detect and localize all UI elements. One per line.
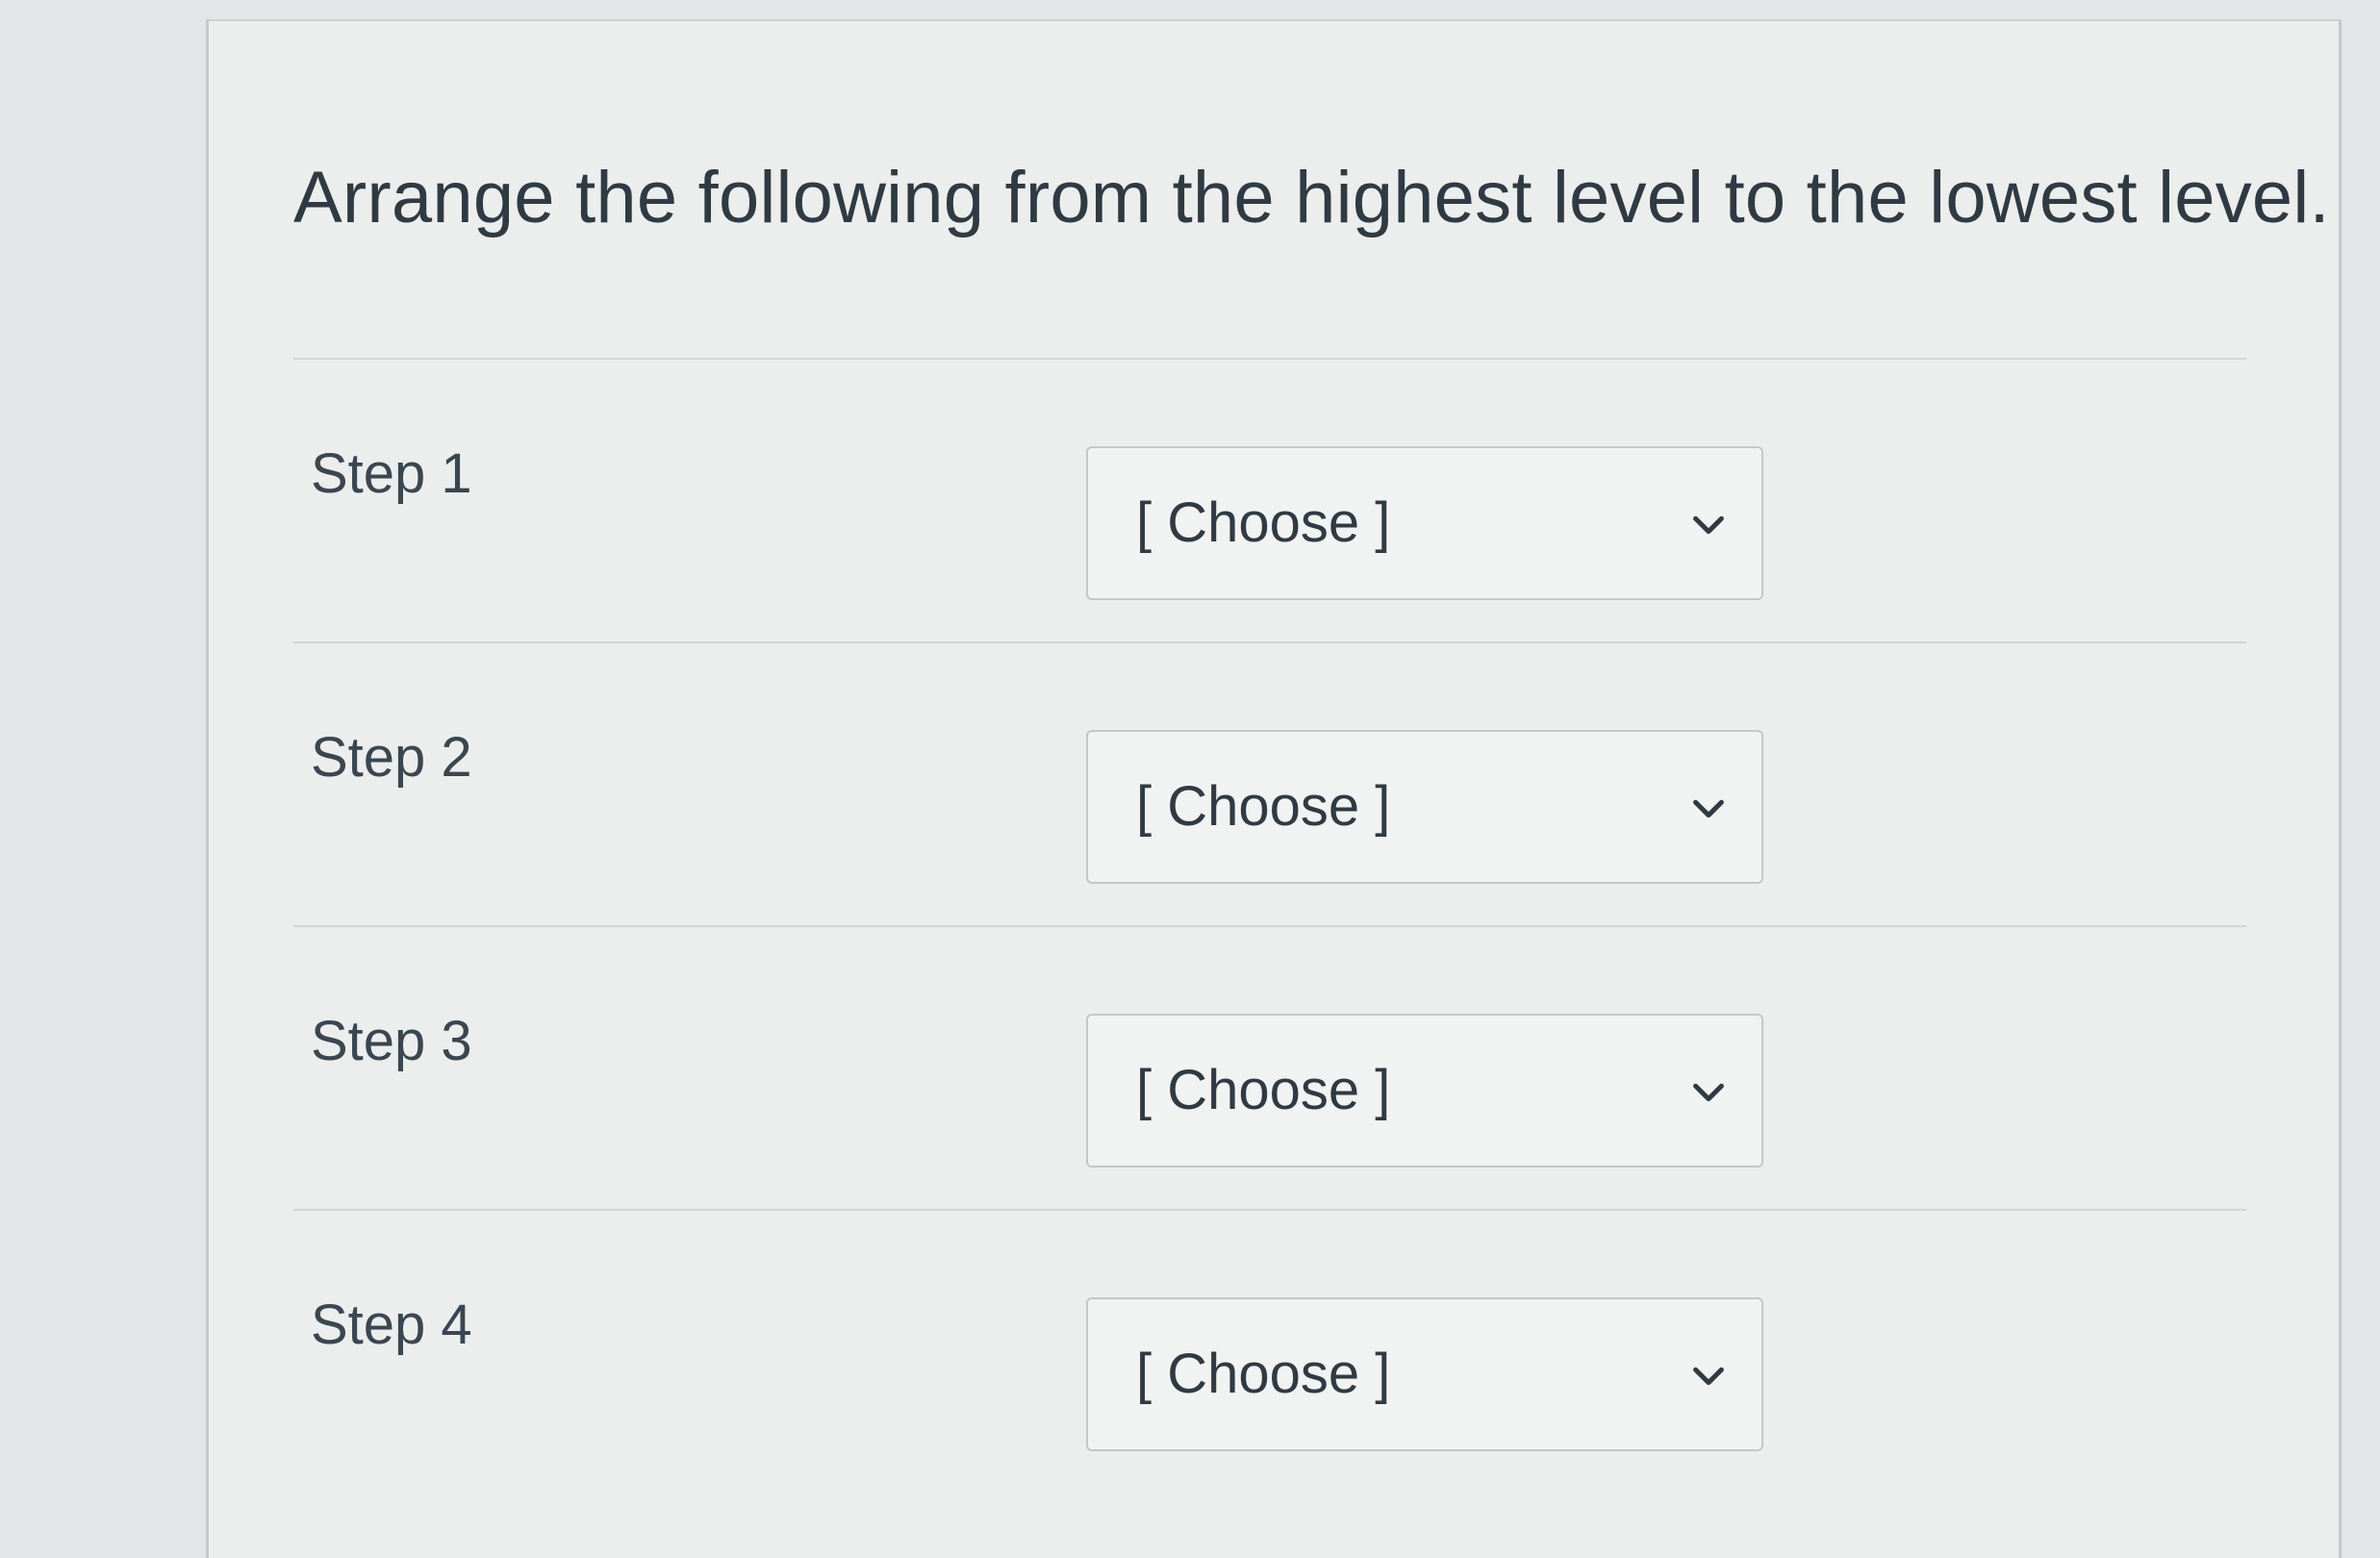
- question-prompt: Arrange the following from the highest l…: [293, 157, 2330, 239]
- step-2-select[interactable]: [ Choose ]: [1086, 730, 1763, 884]
- select-value: [ Choose ]: [1136, 491, 1391, 554]
- select-value: [ Choose ]: [1136, 1059, 1391, 1121]
- step-4-select[interactable]: [ Choose ]: [1086, 1297, 1763, 1451]
- step-row: Step 3 [ Choose ]: [293, 925, 2246, 1209]
- step-label: Step 1: [311, 442, 472, 505]
- matching-steps-list: Step 1 [ Choose ] Step 2 [ Choose ] Step…: [293, 358, 2246, 1493]
- step-3-select[interactable]: [ Choose ]: [1086, 1014, 1763, 1168]
- select-value: [ Choose ]: [1136, 1343, 1391, 1405]
- chevron-down-icon: [1686, 786, 1731, 830]
- step-label: Step 3: [311, 1010, 472, 1072]
- chevron-down-icon: [1686, 1353, 1731, 1397]
- question-card: Arrange the following from the highest l…: [206, 19, 2342, 1558]
- chevron-down-icon: [1686, 1069, 1731, 1114]
- step-label: Step 4: [311, 1294, 472, 1356]
- step-row: Step 4 [ Choose ]: [293, 1209, 2246, 1493]
- step-label: Step 2: [311, 726, 472, 789]
- select-value: [ Choose ]: [1136, 775, 1391, 838]
- step-row: Step 1 [ Choose ]: [293, 358, 2246, 641]
- step-row: Step 2 [ Choose ]: [293, 641, 2246, 925]
- step-1-select[interactable]: [ Choose ]: [1086, 446, 1763, 600]
- chevron-down-icon: [1686, 502, 1731, 546]
